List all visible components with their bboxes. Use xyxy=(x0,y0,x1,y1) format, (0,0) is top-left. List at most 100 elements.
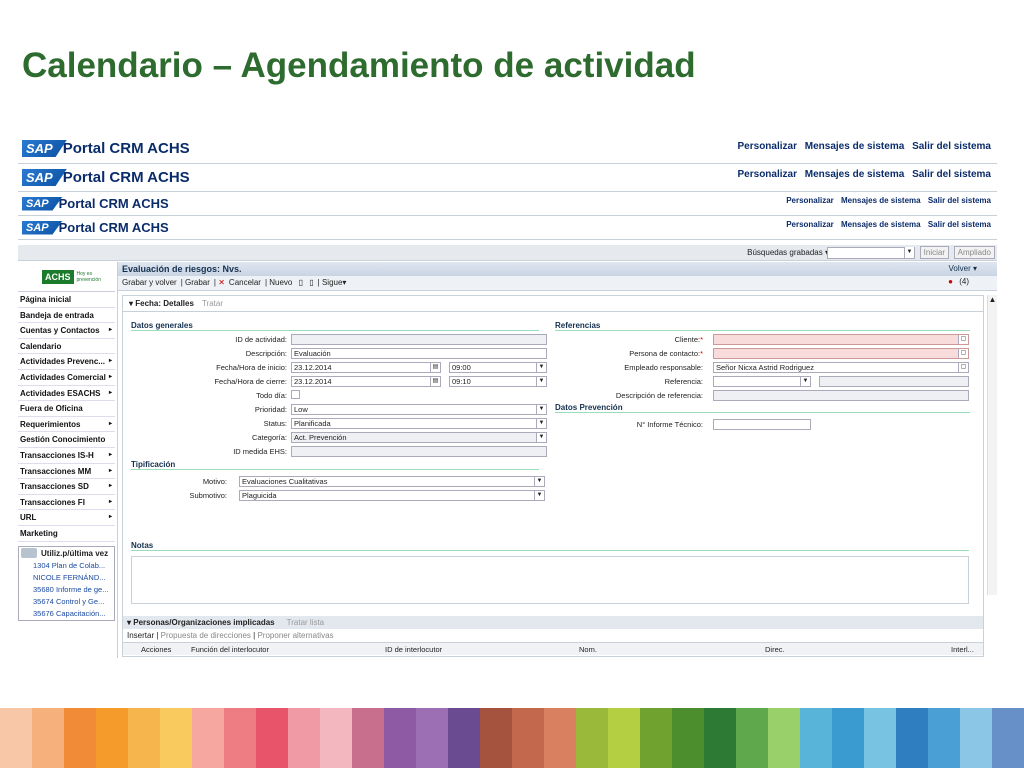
system-messages-link[interactable]: Mensajes de sistema xyxy=(805,141,905,152)
search-help-icon[interactable]: ▢ xyxy=(958,363,968,372)
tab-fecha-detalles[interactable]: ▾ Fecha: Detalles Tratar xyxy=(123,296,983,312)
section-referencias: Referencias xyxy=(555,321,970,331)
nav-item[interactable]: Transacciones MM ▸ xyxy=(18,464,115,480)
nav-item[interactable]: Marketing xyxy=(18,526,115,542)
personas-toolbar: Insertar | Propuesta de direcciones | Pr… xyxy=(127,631,334,640)
nav-item[interactable]: Transacciones SD ▸ xyxy=(18,479,115,495)
copy-icon[interactable]: ▯ xyxy=(309,278,313,287)
nav-item-label: Actividades Prevenc... xyxy=(20,357,105,367)
nav-item[interactable]: Requerimientos ▸ xyxy=(18,417,115,433)
chevron-down-icon[interactable]: ▼ xyxy=(536,405,546,414)
insert-button[interactable]: Insertar xyxy=(127,631,154,640)
chevron-down-icon[interactable]: ▼ xyxy=(536,419,546,428)
personalize-link[interactable]: Personalizar xyxy=(738,141,797,152)
system-messages-link[interactable]: Mensajes de sistema xyxy=(841,220,921,229)
chevron-down-icon[interactable]: ▼ xyxy=(534,477,544,486)
address-proposal-button[interactable]: Propuesta de direcciones xyxy=(161,631,251,640)
descripcion-field[interactable]: Evaluación xyxy=(291,348,547,359)
status-select[interactable]: Planificada ▼ xyxy=(291,418,547,429)
start-button[interactable]: Iniciar xyxy=(919,246,949,259)
nav-item[interactable]: Actividades Prevenc... ▸ xyxy=(18,354,115,370)
personalize-link[interactable]: Personalizar xyxy=(738,169,797,180)
saved-searches-dropdown[interactable]: Búsquedas grabadas ▾ xyxy=(747,248,829,257)
persona-contacto-field[interactable]: ▢ xyxy=(713,348,969,359)
system-messages-link[interactable]: Mensajes de sistema xyxy=(805,169,905,180)
recent-item[interactable]: 35680 Informe de ge... xyxy=(19,584,114,596)
logout-link[interactable]: Salir del sistema xyxy=(912,141,991,152)
cliente-field[interactable]: ▢ xyxy=(713,334,969,345)
logout-link[interactable]: Salir del sistema xyxy=(928,196,991,205)
nav-item-label: Página inicial xyxy=(20,295,72,304)
chevron-right-icon: ▸ xyxy=(108,420,112,427)
nav-item-label: Cuentas y Contactos xyxy=(20,326,100,336)
search-help-icon[interactable]: ▢ xyxy=(958,349,968,358)
search-help-icon[interactable]: ▢ xyxy=(958,335,968,344)
hora-inicio-field[interactable]: 09:00 ▼ xyxy=(449,362,547,373)
logout-link[interactable]: Salir del sistema xyxy=(928,220,991,229)
chevron-down-icon[interactable]: ▼ xyxy=(536,377,546,386)
nav-item[interactable]: Cuentas y Contactos ▸ xyxy=(18,323,115,339)
nav-item[interactable]: Transacciones IS-H ▸ xyxy=(18,448,115,464)
nav-item[interactable]: Bandeja de entrada xyxy=(18,308,115,324)
alerts-badge[interactable]: ● (4) xyxy=(948,277,973,286)
nav-item[interactable]: URL ▸ xyxy=(18,510,115,526)
system-messages-link[interactable]: Mensajes de sistema xyxy=(841,196,921,205)
stripe xyxy=(192,708,224,768)
save-and-back-button[interactable]: Grabar y volver xyxy=(122,278,177,287)
calendar-icon[interactable]: ▤ xyxy=(430,377,440,386)
tratar-lista-button[interactable]: Tratar lista xyxy=(287,618,325,627)
fecha-cierre-field[interactable]: 23.12.2014 ▤ xyxy=(291,376,441,387)
chevron-down-icon[interactable]: ▼ xyxy=(904,247,914,258)
personalize-link[interactable]: Personalizar xyxy=(786,196,834,205)
stripe xyxy=(896,708,928,768)
back-button[interactable]: Volver ▾ xyxy=(949,264,977,273)
search-input[interactable]: ▼ xyxy=(827,247,915,259)
cancel-button[interactable]: Cancelar xyxy=(229,278,261,287)
save-button[interactable]: Grabar xyxy=(185,278,210,287)
recent-item[interactable]: NICOLE FERNÁND... xyxy=(19,572,114,584)
recent-item[interactable]: 35676 Capacitación... xyxy=(19,608,114,620)
vertical-scrollbar[interactable]: ▲ xyxy=(987,295,997,595)
nav-item[interactable]: Actividades Comercial ▸ xyxy=(18,370,115,386)
nav-item[interactable]: Página inicial xyxy=(18,292,115,308)
empleado-field[interactable]: Señor Nicxa Astrid Rodriguez ▢ xyxy=(713,362,969,373)
stripe xyxy=(224,708,256,768)
fecha-inicio-field[interactable]: 23.12.2014 ▤ xyxy=(291,362,441,373)
personas-header[interactable]: ▾ Personas/Organizaciones implicadas Trat… xyxy=(123,616,983,629)
delete-icon[interactable]: ▯ xyxy=(299,278,303,287)
chevron-down-icon[interactable]: ▼ xyxy=(534,491,544,500)
hora-cierre-field[interactable]: 09:10 ▼ xyxy=(449,376,547,387)
stripe xyxy=(576,708,608,768)
advanced-button[interactable]: Ampliado xyxy=(953,246,995,259)
nav-item[interactable]: Transacciones FI ▸ xyxy=(18,495,115,511)
sap-logo: SAP Portal CRM ACHS xyxy=(22,169,190,186)
alternatives-button[interactable]: Proponer alternativas xyxy=(257,631,333,640)
prioridad-select[interactable]: Low ▼ xyxy=(291,404,547,415)
nav-item[interactable]: Fuera de Oficina xyxy=(18,401,115,417)
personas-table-header: Acciones Función del interlocutor ID de … xyxy=(123,642,983,655)
next-button[interactable]: Sigue▾ xyxy=(322,278,346,287)
informe-tecnico-field[interactable] xyxy=(713,419,811,430)
referencia-select[interactable]: ▼ xyxy=(713,376,811,387)
edit-button[interactable]: Tratar xyxy=(202,299,223,308)
chevron-down-icon[interactable]: ▼ xyxy=(800,377,810,386)
chevron-right-icon: ▸ xyxy=(108,498,112,505)
new-button[interactable]: Nuevo xyxy=(269,278,292,287)
logout-link[interactable]: Salir del sistema xyxy=(912,169,991,180)
submotivo-select[interactable]: Plaguicida ▼ xyxy=(239,490,545,501)
personalize-link[interactable]: Personalizar xyxy=(786,220,834,229)
todo-dia-checkbox[interactable] xyxy=(291,390,300,399)
nav-item[interactable]: Actividades ESACHS ▸ xyxy=(18,386,115,402)
nav-item[interactable]: Gestión Conocimiento xyxy=(18,432,115,448)
notes-textarea[interactable] xyxy=(131,556,969,604)
chevron-down-icon[interactable]: ▼ xyxy=(536,363,546,372)
stripe xyxy=(512,708,544,768)
nav-item[interactable]: Calendario xyxy=(18,339,115,355)
portal-title: Portal CRM ACHS xyxy=(62,169,190,186)
recent-item[interactable]: 1304 Plan de Colab... xyxy=(19,560,114,572)
recent-item[interactable]: 35674 Control y Ge... xyxy=(19,596,114,608)
nav-item-label: Gestión Conocimiento xyxy=(20,435,106,445)
calendar-icon[interactable]: ▤ xyxy=(430,363,440,372)
stripe xyxy=(608,708,640,768)
motivo-select[interactable]: Evaluaciones Cualitativas ▼ xyxy=(239,476,545,487)
